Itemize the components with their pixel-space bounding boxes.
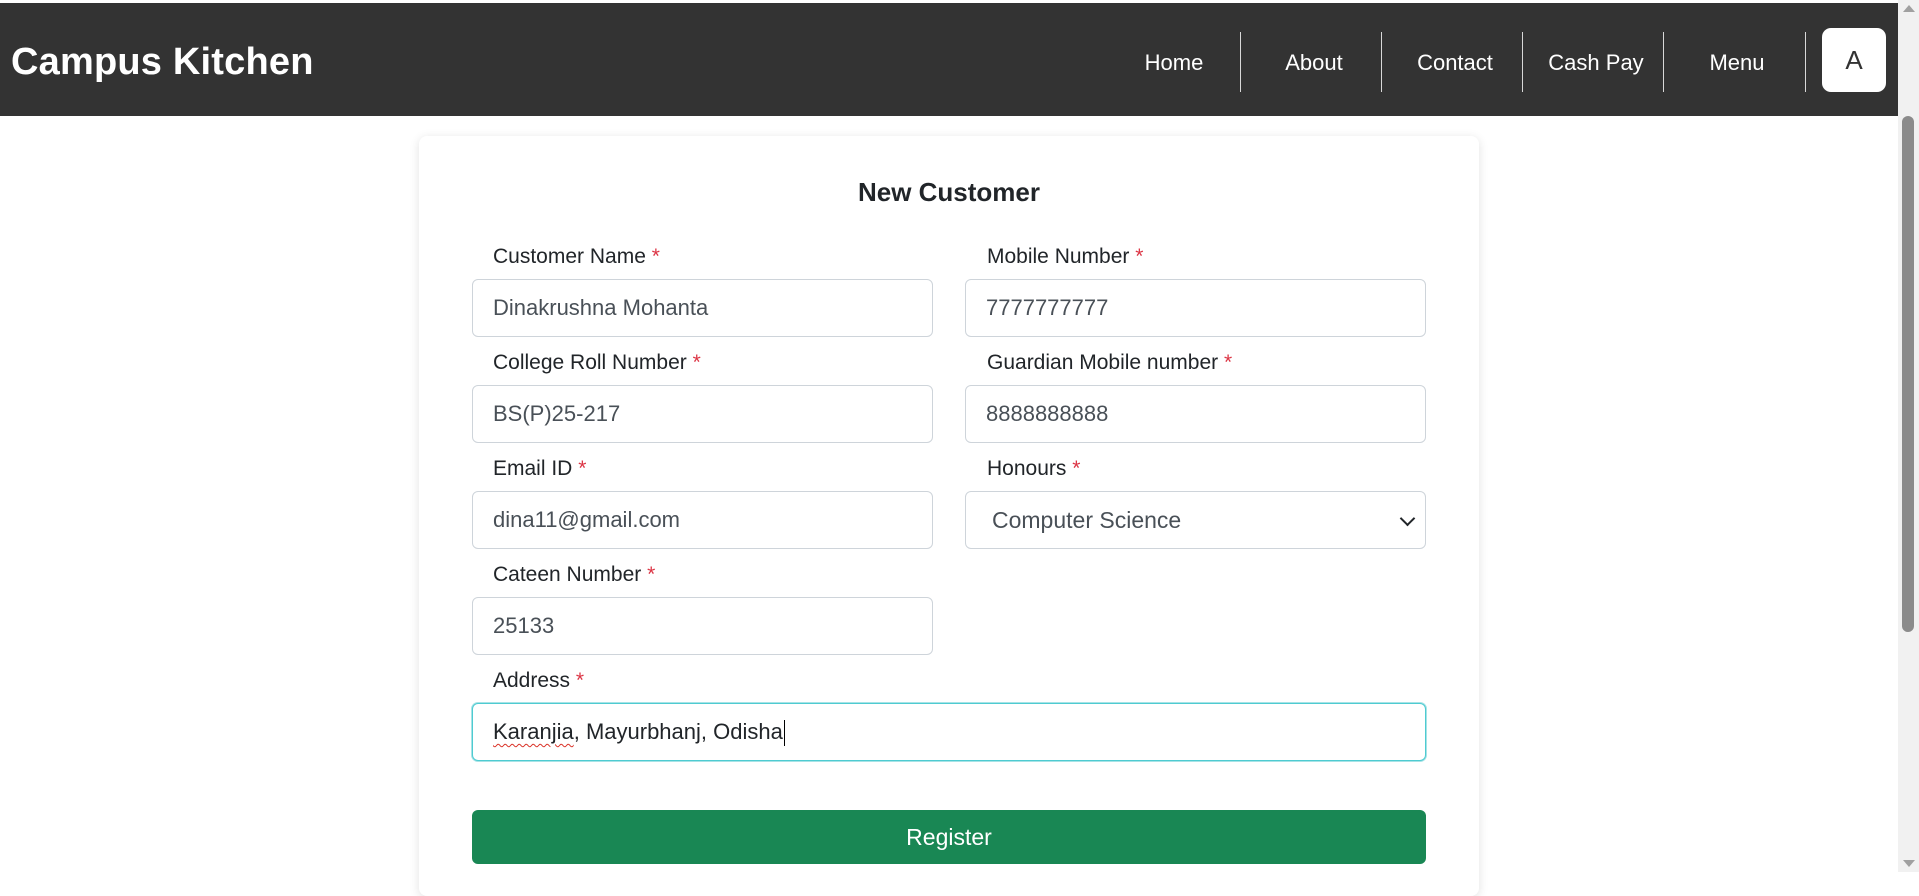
email-input[interactable]: dina11@gmail.com [472, 491, 933, 549]
nav-divider [1663, 32, 1664, 92]
required-marker: * [1135, 245, 1144, 268]
address-misspelled-word: Karanjia [493, 719, 574, 744]
required-marker: * [1223, 351, 1233, 374]
mobile-number-label: Mobile Number * [987, 245, 1144, 268]
required-marker: * [651, 245, 660, 268]
scrollbar-thumb[interactable] [1902, 116, 1914, 632]
nav-link-contact[interactable]: Contact [1411, 49, 1499, 77]
nav-divider [1381, 32, 1382, 92]
required-marker: * [578, 457, 587, 480]
chevron-down-icon [1399, 510, 1416, 527]
scroll-down-arrow-icon[interactable] [1903, 860, 1915, 867]
nav-link-about[interactable]: About [1273, 49, 1355, 77]
required-marker: * [1072, 457, 1081, 480]
form-title: New Customer [857, 177, 1041, 207]
canteen-number-input[interactable]: 25133 [472, 597, 933, 655]
nav-link-cash-pay[interactable]: Cash Pay [1548, 49, 1644, 77]
brand-title[interactable]: Campus Kitchen [11, 39, 314, 85]
honours-selected-value: Computer Science [992, 507, 1182, 533]
register-button[interactable]: Register [472, 810, 1426, 864]
user-avatar-button[interactable]: A [1822, 28, 1886, 92]
registration-card: New Customer Customer Name * Dinakrushna… [419, 136, 1479, 896]
address-value-rest: , Mayurbhanj, Odisha [573, 719, 783, 744]
nav-divider [1805, 32, 1806, 92]
guardian-mobile-input[interactable]: 8888888888 [965, 385, 1426, 443]
required-marker: * [692, 351, 701, 374]
email-label: Email ID * [493, 457, 587, 480]
address-input[interactable]: Karanjia, Mayurbhanj, Odisha [472, 703, 1426, 761]
canteen-number-label: Cateen Number * [493, 563, 656, 586]
scroll-up-arrow-icon[interactable] [1903, 5, 1915, 12]
roll-number-label: College Roll Number * [493, 351, 701, 374]
customer-name-label: Customer Name * [493, 245, 660, 268]
nav-link-home[interactable]: Home [1134, 49, 1214, 77]
customer-name-input[interactable]: Dinakrushna Mohanta [472, 279, 933, 337]
address-label: Address * [493, 669, 585, 692]
page-scrollbar[interactable] [1898, 0, 1919, 872]
honours-label: Honours * [987, 457, 1081, 480]
nav-link-menu[interactable]: Menu [1696, 49, 1778, 77]
guardian-mobile-label: Guardian Mobile number * [987, 351, 1233, 374]
required-marker: * [575, 669, 585, 692]
required-marker: * [647, 563, 656, 586]
nav-divider [1522, 32, 1523, 92]
navbar: Campus Kitchen Home About Contact Cash P… [0, 3, 1898, 116]
nav-divider [1240, 32, 1241, 92]
mobile-number-input[interactable]: 7777777777 [965, 279, 1426, 337]
roll-number-input[interactable]: BS(P)25-217 [472, 385, 933, 443]
honours-select[interactable]: Computer Science [965, 491, 1426, 549]
text-caret [783, 720, 786, 747]
